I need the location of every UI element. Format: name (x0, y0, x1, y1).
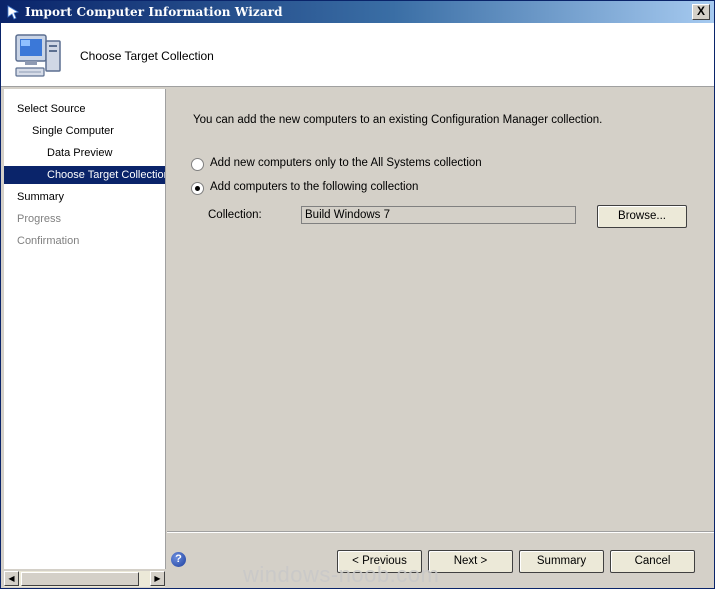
footer-divider (167, 531, 714, 533)
summary-button[interactable]: Summary (519, 550, 604, 573)
nav-item-label: Single Computer (32, 125, 114, 137)
option-label: Add new computers only to the All System… (210, 157, 482, 169)
wizard-window: Import Computer Information Wizard X Cho… (0, 0, 715, 589)
nav-horizontal-scrollbar[interactable]: ◀ ▶ (4, 571, 165, 587)
nav-item-choose-target-collection[interactable]: Choose Target Collection (4, 166, 165, 184)
nav-item-label: Progress (17, 213, 62, 225)
nav-item-label: Summary (17, 191, 65, 203)
next-button[interactable]: Next > (428, 550, 513, 573)
wizard-steps-panel: Select Source Single Computer Data Previ… (4, 89, 166, 569)
radio-button-all-systems[interactable] (191, 158, 204, 171)
intro-text: You can add the new computers to an exis… (193, 114, 603, 126)
collection-field: Build Windows 7 (301, 206, 576, 224)
nav-item-summary[interactable]: Summary (4, 188, 165, 206)
scrollbar-thumb[interactable] (21, 572, 139, 586)
nav-item-label: Select Source (17, 103, 86, 115)
nav-item-label: Choose Target Collection (47, 169, 166, 181)
watermark-text: windows-noob.com (243, 562, 440, 587)
wizard-header: Choose Target Collection (1, 23, 714, 87)
cancel-button[interactable]: Cancel (610, 550, 695, 573)
close-button[interactable]: X (692, 4, 710, 20)
page-title: Choose Target Collection (80, 49, 214, 63)
nav-item-data-preview[interactable]: Data Preview (4, 144, 165, 162)
wizard-arrow-icon (7, 5, 20, 20)
title-bar[interactable]: Import Computer Information Wizard X (1, 1, 714, 23)
nav-item-progress: Progress (4, 210, 165, 228)
window-title: Import Computer Information Wizard (25, 5, 283, 19)
wizard-content: You can add the new computers to an exis… (167, 89, 714, 531)
question-icon[interactable]: ? (171, 552, 186, 567)
collection-label: Collection: (208, 209, 262, 221)
nav-item-label: Confirmation (17, 235, 80, 247)
nav-item-confirmation: Confirmation (4, 232, 165, 250)
browse-button[interactable]: Browse... (597, 205, 687, 228)
scroll-right-button[interactable]: ▶ (150, 571, 165, 586)
computer-icon (15, 34, 61, 77)
nav-item-single-computer[interactable]: Single Computer (4, 122, 165, 140)
radio-button-following-collection[interactable] (191, 182, 204, 195)
nav-item-select-source[interactable]: Select Source (4, 100, 165, 118)
nav-item-label: Data Preview (47, 147, 113, 159)
option-label: Add computers to the following collectio… (210, 181, 419, 193)
scroll-left-button[interactable]: ◀ (4, 571, 19, 586)
